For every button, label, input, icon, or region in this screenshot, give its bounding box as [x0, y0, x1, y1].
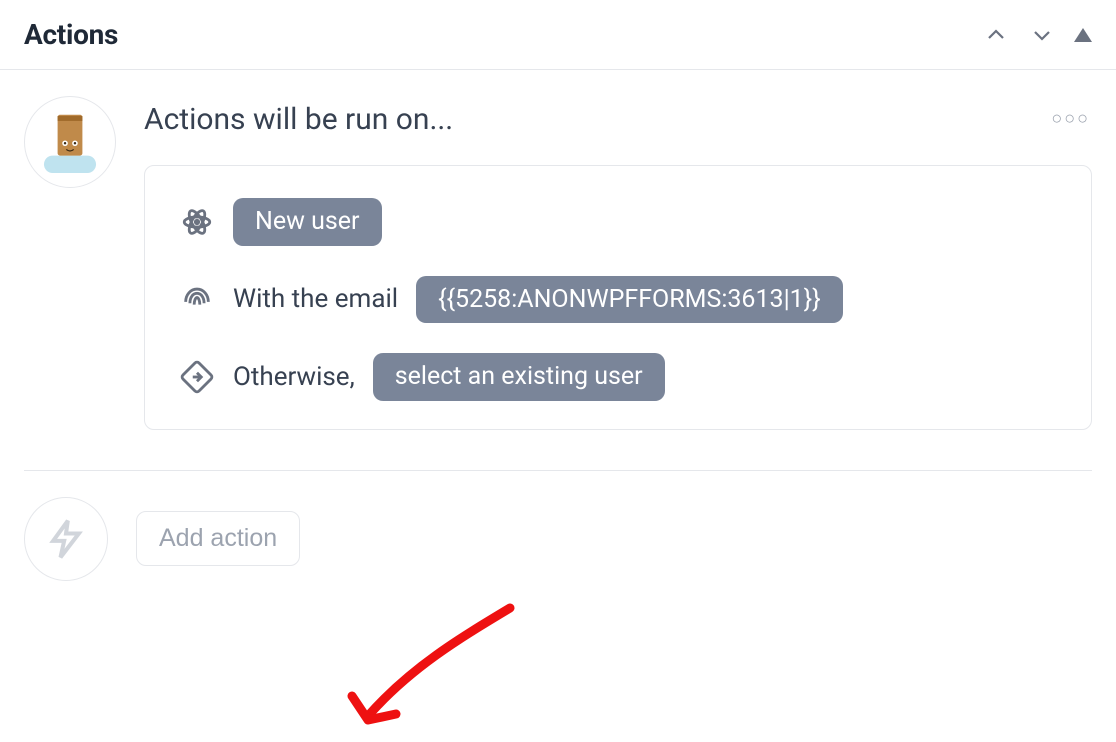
- action-row: Add action: [24, 471, 1092, 581]
- trigger-row: Actions will be run on... ○○○ New user W…: [24, 70, 1092, 471]
- otherwise-label: Otherwise,: [233, 362, 355, 392]
- otherwise-pill[interactable]: select an existing user: [373, 353, 665, 401]
- next-button[interactable]: [1028, 21, 1056, 49]
- trigger-card: New user With the email {{5258:ANONWPFFO…: [144, 165, 1092, 430]
- prev-button[interactable]: [982, 21, 1010, 49]
- panel-body: Actions will be run on... ○○○ New user W…: [0, 70, 1116, 581]
- panel-title: Actions: [24, 18, 118, 51]
- avatar-character-icon: [39, 111, 101, 173]
- trigger-row-otherwise: Otherwise, select an existing user: [179, 353, 1057, 401]
- direction-icon: [179, 359, 215, 395]
- email-label: With the email: [233, 284, 398, 314]
- trigger-row-user: New user: [179, 198, 1057, 246]
- avatar: [24, 96, 116, 188]
- add-action-button[interactable]: Add action: [136, 511, 300, 566]
- more-menu-icon[interactable]: ○○○: [1051, 104, 1092, 129]
- bolt-icon: [24, 497, 108, 581]
- annotation-arrow: [340, 598, 540, 742]
- trigger-title: Actions will be run on...: [144, 96, 453, 137]
- atom-icon: [179, 204, 215, 240]
- trigger-content: Actions will be run on... ○○○ New user W…: [144, 96, 1092, 430]
- collapse-button[interactable]: [1074, 28, 1092, 42]
- panel-header: Actions: [0, 0, 1116, 70]
- new-user-pill[interactable]: New user: [233, 198, 382, 246]
- email-token-pill[interactable]: {{5258:ANONWPFFORMS:3613|1}}: [416, 276, 843, 324]
- fingerprint-icon: [179, 281, 215, 317]
- header-controls: [982, 21, 1092, 49]
- action-content: Add action: [136, 497, 1092, 581]
- trigger-row-email: With the email {{5258:ANONWPFFORMS:3613|…: [179, 276, 1057, 324]
